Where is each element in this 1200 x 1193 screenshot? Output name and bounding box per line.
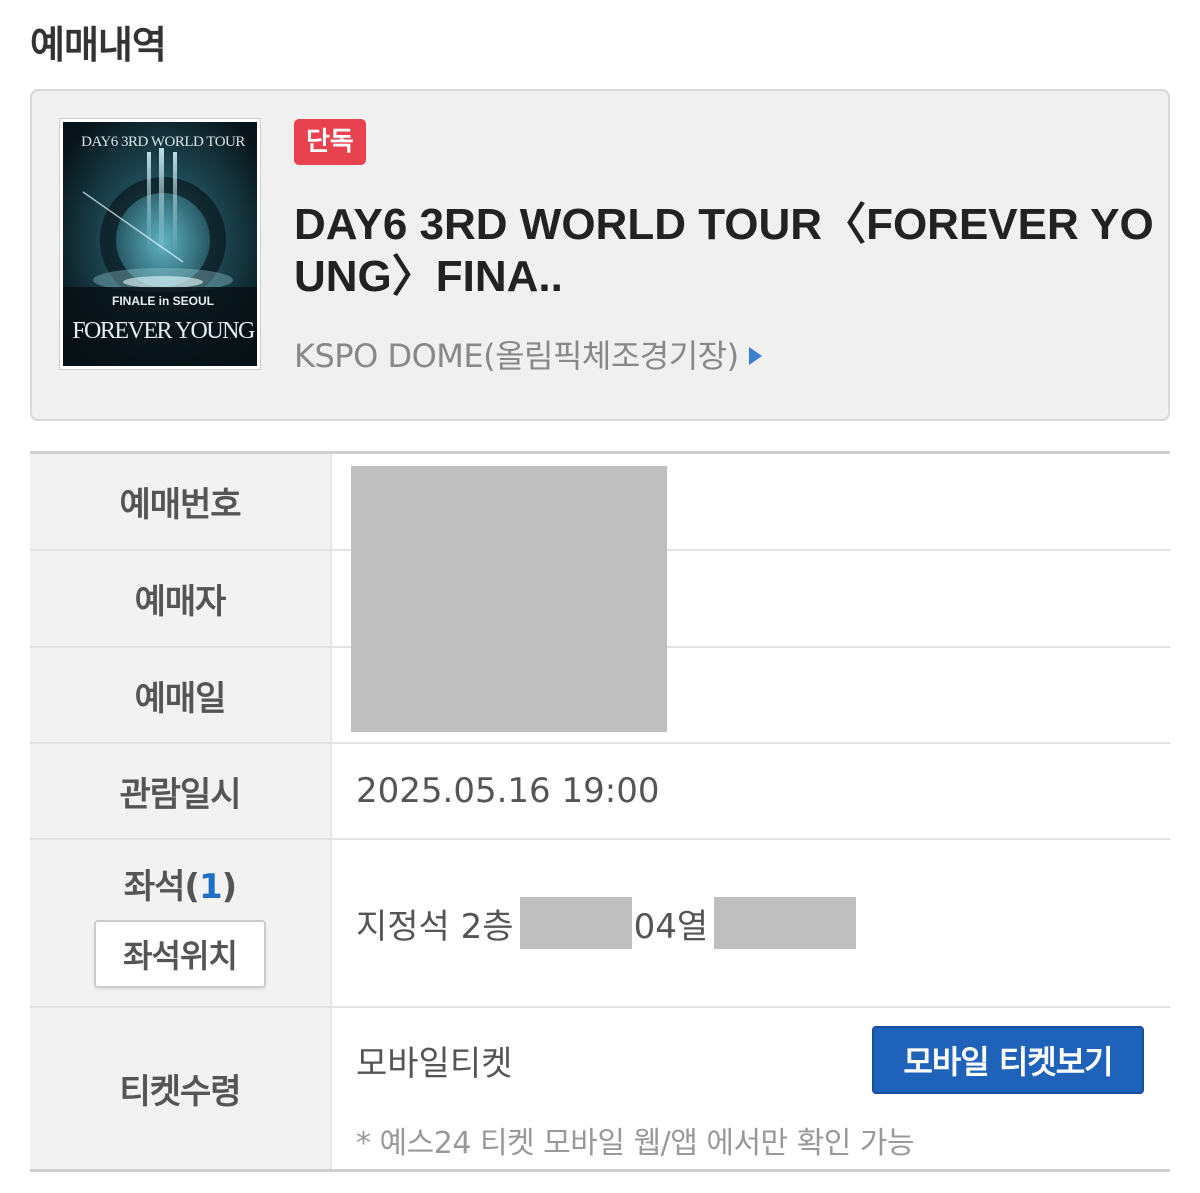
seat-prefix: 지정석 2층 xyxy=(356,906,514,947)
seats-row: 좌석(1) 좌석위치 지정석 2층 04열 xyxy=(30,840,1170,1008)
booking-date-label: 예매일 xyxy=(30,648,332,742)
ticket-type: 모바일티켓 xyxy=(356,1044,513,1084)
seats-value: 지정석 2층 04열 xyxy=(332,840,1170,1006)
redacted-booking-details xyxy=(351,466,667,732)
seats-label: 좌석(1) xyxy=(123,859,238,908)
poster-header-text: DAY6 3RD WORLD TOUR xyxy=(81,134,245,150)
viewing-datetime-label: 관람일시 xyxy=(30,744,332,838)
viewing-datetime-value: 2025.05.16 19:00 xyxy=(356,771,660,811)
seats-label-cell: 좌석(1) 좌석위치 xyxy=(30,840,332,1006)
ticket-receipt-label: 티켓수령 xyxy=(30,1008,332,1169)
mobile-ticket-button[interactable]: 모바일 티켓보기 xyxy=(872,1026,1144,1094)
seats-label-text: 좌석 xyxy=(123,866,186,907)
caret-right-icon xyxy=(748,347,762,365)
ticket-note: * 예스24 티켓 모바일 웹/앱 에서만 확인 가능 xyxy=(356,1126,915,1161)
seat-row: 04열 xyxy=(633,906,709,947)
poster-main-text: FOREVER YOUNG xyxy=(72,318,255,344)
booking-number-label: 예매번호 xyxy=(30,454,332,549)
seats-count-open: ( xyxy=(184,866,200,907)
venue-name: KSPO DOME(올림픽체조경기장) xyxy=(294,337,739,375)
booker-label: 예매자 xyxy=(30,551,332,646)
seat-map-button[interactable]: 좌석위치 xyxy=(94,919,266,988)
page-title: 예매내역 xyxy=(30,23,167,67)
redacted-seat-number xyxy=(714,897,857,949)
exclusive-badge: 단독 xyxy=(294,119,366,165)
event-card[interactable]: DAY6 3RD WORLD TOUR FINALE in SEOUL FORE… xyxy=(30,89,1170,421)
venue-link[interactable]: KSPO DOME(올림픽체조경기장) xyxy=(294,331,762,377)
ticket-receipt-row: 티켓수령 모바일티켓 모바일 티켓보기 * 예스24 티켓 모바일 웹/앱 에서… xyxy=(30,1008,1170,1172)
seats-count-close: ) xyxy=(221,866,238,907)
viewing-datetime-row: 관람일시 2025.05.16 19:00 xyxy=(30,744,1170,840)
event-poster: DAY6 3RD WORLD TOUR FINALE in SEOUL FORE… xyxy=(60,119,260,369)
poster-subtitle-text: FINALE in SEOUL xyxy=(112,294,214,308)
redacted-seat-section xyxy=(519,897,632,949)
event-title[interactable]: DAY6 3RD WORLD TOUR〈FOREVER YOUNG〉FINA.. xyxy=(294,199,1154,303)
seats-count: 1 xyxy=(198,866,223,907)
ticket-receipt-value: 모바일티켓 모바일 티켓보기 * 예스24 티켓 모바일 웹/앱 에서만 확인 … xyxy=(332,1008,1170,1169)
